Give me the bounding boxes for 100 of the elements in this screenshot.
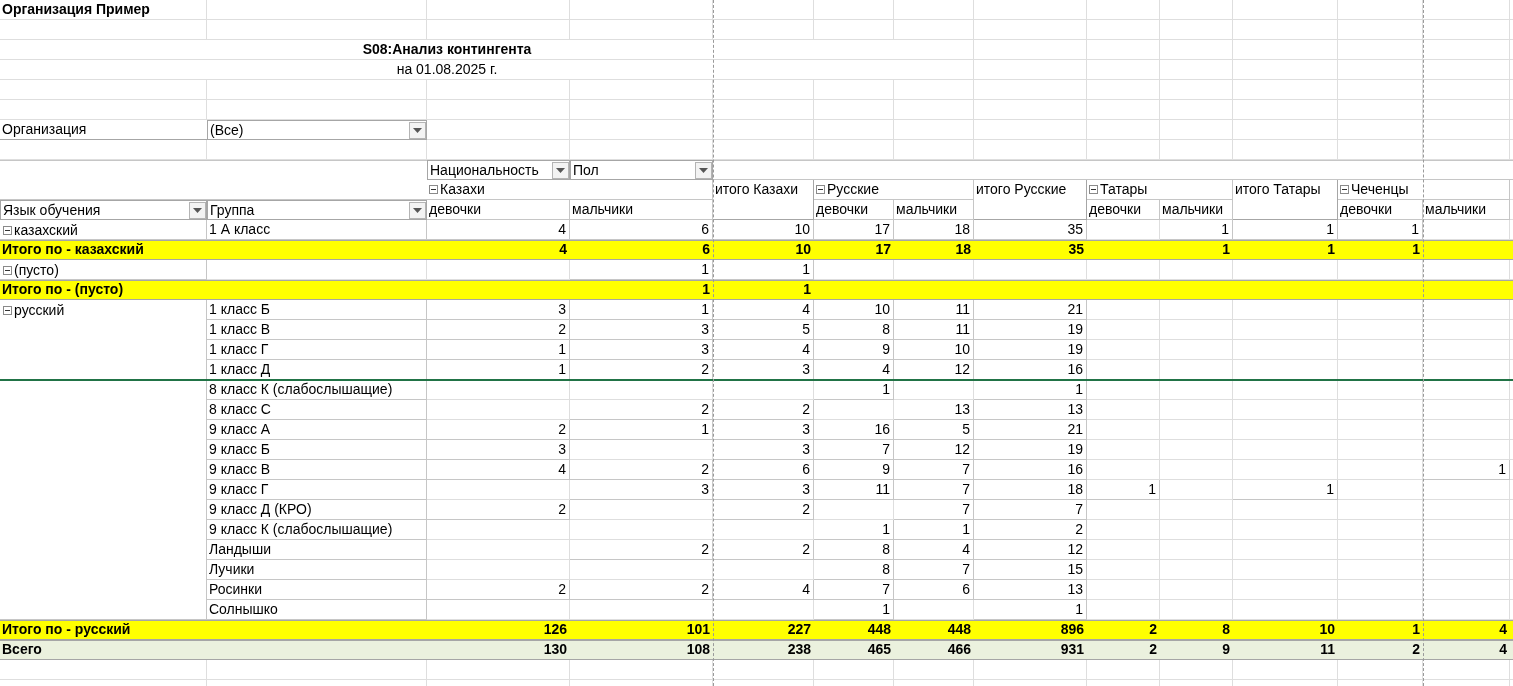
field-dropdown[interactable]: Группа bbox=[207, 200, 427, 220]
count-value: 18 bbox=[894, 220, 974, 240]
count-value: 2 bbox=[570, 460, 713, 480]
column-header: Чеченцы bbox=[1351, 180, 1409, 199]
count-value: 13 bbox=[974, 400, 1087, 420]
subtotal-label: Итого по - казахский bbox=[1, 240, 145, 259]
dropdown-button[interactable] bbox=[409, 121, 426, 139]
row-header: Росинки bbox=[207, 580, 427, 600]
total-value: 2 bbox=[1411, 640, 1421, 659]
subtotal-value: 227 bbox=[786, 620, 812, 639]
row-header: 9 класс Б bbox=[207, 440, 427, 460]
total-value: 931 bbox=[1059, 640, 1085, 659]
count-value: 16 bbox=[814, 420, 894, 440]
count-value: 4 bbox=[894, 540, 974, 560]
caret-down-icon bbox=[699, 167, 708, 173]
filter-dropdown[interactable]: (Все) bbox=[207, 120, 427, 140]
total-value: 108 bbox=[685, 640, 711, 659]
row-header: 8 класс С bbox=[207, 400, 427, 420]
row-header: Солнышко bbox=[207, 600, 427, 620]
count-value: 3 bbox=[713, 440, 814, 460]
count-value: 2 bbox=[713, 500, 814, 520]
count-value: 12 bbox=[894, 440, 974, 460]
dropdown-button[interactable] bbox=[189, 201, 206, 219]
subtotal-label: Итого по - русский bbox=[1, 620, 132, 639]
collapse-icon[interactable] bbox=[429, 185, 438, 194]
row-header: 1 класс Д bbox=[207, 360, 427, 380]
count-value: 5 bbox=[713, 320, 814, 340]
count-value: 19 bbox=[974, 320, 1087, 340]
count-value: 2 bbox=[570, 580, 713, 600]
field-label: Язык обучения bbox=[3, 200, 101, 220]
count-value: 1 bbox=[1233, 220, 1338, 240]
dropdown-button[interactable] bbox=[695, 161, 712, 179]
filter-label: Организация bbox=[0, 120, 207, 140]
count-value: 11 bbox=[894, 320, 974, 340]
column-header: девочки bbox=[814, 200, 894, 220]
total-value: 238 bbox=[786, 640, 812, 659]
count-value: 8 bbox=[814, 540, 894, 560]
column-header: девочки bbox=[1338, 200, 1423, 220]
caret-down-icon bbox=[193, 207, 202, 213]
row-header: казахский bbox=[14, 220, 78, 240]
count-value: 7 bbox=[894, 560, 974, 580]
count-value: 6 bbox=[894, 580, 974, 600]
subtotal-value: 35 bbox=[1067, 240, 1085, 259]
total-value: 466 bbox=[946, 640, 972, 659]
count-value: 1 bbox=[1423, 460, 1510, 480]
collapse-icon[interactable] bbox=[1089, 185, 1098, 194]
count-value: 1 bbox=[974, 600, 1087, 620]
count-value: 13 bbox=[974, 580, 1087, 600]
count-value: 3 bbox=[713, 420, 814, 440]
count-value: 7 bbox=[894, 500, 974, 520]
count-value: 19 bbox=[974, 340, 1087, 360]
count-value: 1 bbox=[1338, 220, 1423, 240]
count-value: 11 bbox=[814, 480, 894, 500]
column-header: Татары bbox=[1100, 180, 1148, 199]
count-value: 1 bbox=[814, 520, 894, 540]
field-dropdown[interactable]: Национальность bbox=[427, 160, 570, 180]
column-header: Казахи bbox=[440, 180, 485, 199]
row-header: 1 класс Г bbox=[207, 340, 427, 360]
count-value: 1 bbox=[894, 520, 974, 540]
caret-down-icon bbox=[413, 207, 422, 213]
collapse-icon[interactable] bbox=[3, 225, 12, 235]
count-value: 1 bbox=[713, 260, 814, 280]
caret-down-icon bbox=[413, 127, 422, 133]
count-value: 2 bbox=[427, 580, 570, 600]
dropdown-button[interactable] bbox=[409, 201, 426, 219]
row-header: 9 класс Д (КРО) bbox=[207, 500, 427, 520]
count-value: 7 bbox=[814, 440, 894, 460]
row-header: Лучики bbox=[207, 560, 427, 580]
subtotal-value: 17 bbox=[874, 240, 892, 259]
count-value: 2 bbox=[713, 400, 814, 420]
count-value: 15 bbox=[974, 560, 1087, 580]
count-value: 1 bbox=[1233, 480, 1338, 500]
count-value: 8 bbox=[814, 320, 894, 340]
count-value: 3 bbox=[570, 320, 713, 340]
column-header: итого Русские bbox=[974, 180, 1087, 220]
count-value: 12 bbox=[974, 540, 1087, 560]
collapse-icon[interactable] bbox=[816, 185, 825, 194]
subtotal-value: 1 bbox=[1326, 240, 1336, 259]
count-value: 2 bbox=[427, 320, 570, 340]
collapse-icon[interactable] bbox=[3, 265, 12, 275]
field-label: Национальность bbox=[430, 160, 539, 180]
count-value: 17 bbox=[814, 220, 894, 240]
field-dropdown[interactable]: Пол bbox=[570, 160, 713, 180]
count-value: 1 bbox=[814, 600, 894, 620]
row-header: 8 класс К (слабослышащие) bbox=[207, 380, 427, 400]
count-value: 21 bbox=[974, 420, 1087, 440]
count-value: 4 bbox=[427, 220, 570, 240]
total-value: 9 bbox=[1221, 640, 1231, 659]
count-value: 9 bbox=[814, 340, 894, 360]
count-value: 1 bbox=[974, 380, 1087, 400]
collapse-icon[interactable] bbox=[1340, 185, 1349, 194]
dropdown-button[interactable] bbox=[552, 161, 569, 179]
total-value: 130 bbox=[542, 640, 568, 659]
row-header: 1 класс Б bbox=[207, 300, 427, 320]
count-value: 4 bbox=[713, 580, 814, 600]
field-dropdown[interactable]: Язык обучения bbox=[0, 200, 207, 220]
collapse-icon[interactable] bbox=[3, 305, 12, 315]
count-value: 1 bbox=[570, 260, 713, 280]
count-value: 18 bbox=[974, 480, 1087, 500]
count-value: 5 bbox=[894, 420, 974, 440]
